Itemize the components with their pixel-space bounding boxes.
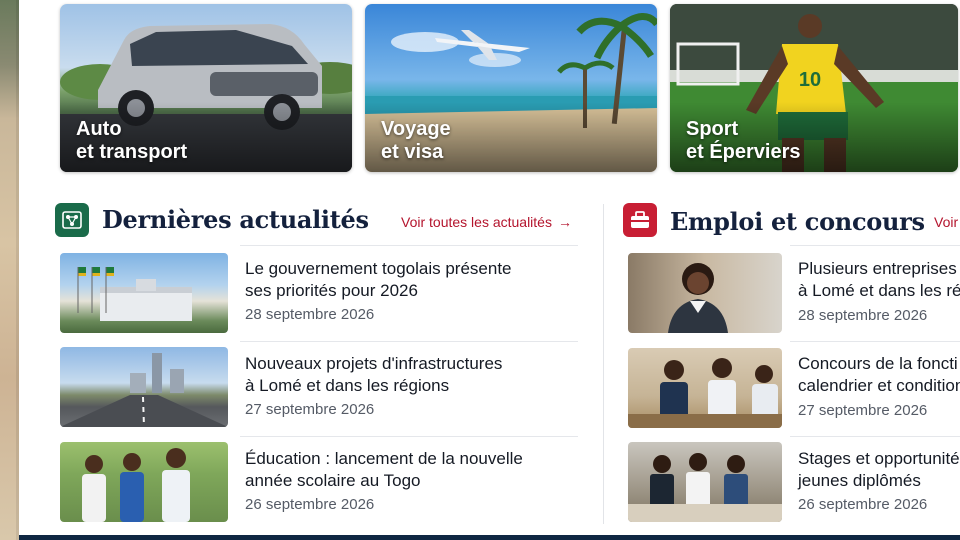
- news-date: 26 septembre 2026: [245, 496, 375, 513]
- card-title-voyage: Voyage et visa: [381, 118, 451, 163]
- category-card-voyage[interactable]: Voyage et visa: [365, 4, 657, 172]
- divider: [790, 341, 960, 342]
- job-date: 26 septembre 2026: [798, 496, 928, 513]
- news-date: 28 septembre 2026: [245, 306, 375, 323]
- news-headline: Nouveaux projets d'infrastructures à Lom…: [245, 354, 503, 395]
- divider: [790, 245, 960, 246]
- card-title-auto: Auto et transport: [76, 118, 188, 163]
- card-title-sport: Sport et Éperviers: [686, 118, 801, 163]
- job-date: 27 septembre 2026: [798, 402, 928, 419]
- job-thumbnail: [628, 348, 782, 428]
- news-headline: Le gouvernement togolais présente ses pr…: [245, 259, 512, 300]
- divider: [240, 436, 578, 437]
- job-headline: Stages et opportunité jeunes diplômés: [798, 449, 960, 490]
- see-all-news-label: Voir toutes les actualités: [401, 214, 552, 230]
- news-section-title: Dernières actualités: [102, 205, 369, 234]
- job-thumbnail: [628, 442, 782, 522]
- divider: [240, 245, 578, 246]
- news-headline: Éducation : lancement de la nouvelle ann…: [245, 449, 523, 490]
- svg-text:10: 10: [799, 69, 821, 91]
- news-date: 27 septembre 2026: [245, 401, 375, 418]
- footer-edge: [19, 535, 960, 540]
- news-thumbnail: [60, 442, 228, 522]
- job-headline: Concours de la foncti calendrier et cond…: [798, 354, 960, 395]
- column-divider: [603, 204, 604, 524]
- briefcase-icon: [623, 203, 657, 237]
- divider: [790, 436, 960, 437]
- category-card-auto[interactable]: Auto et transport: [60, 4, 352, 172]
- job-date: 28 septembre 2026: [798, 307, 928, 324]
- see-all-jobs-link[interactable]: Voir: [934, 214, 958, 230]
- background-edge: [0, 0, 19, 540]
- category-card-sport[interactable]: 10 Sport et Éperviers: [670, 4, 958, 172]
- news-thumbnail: [60, 347, 228, 427]
- job-thumbnail: [628, 253, 782, 333]
- see-all-news-link[interactable]: Voir toutes les actualités →: [401, 214, 572, 230]
- job-headline: Plusieurs entreprises à Lomé et dans les…: [798, 259, 960, 300]
- news-thumbnail: [60, 253, 228, 333]
- divider: [240, 341, 578, 342]
- arrow-right-icon: →: [557, 214, 572, 230]
- jobs-section-title: Emploi et concours: [670, 207, 925, 236]
- network-icon: [55, 203, 89, 237]
